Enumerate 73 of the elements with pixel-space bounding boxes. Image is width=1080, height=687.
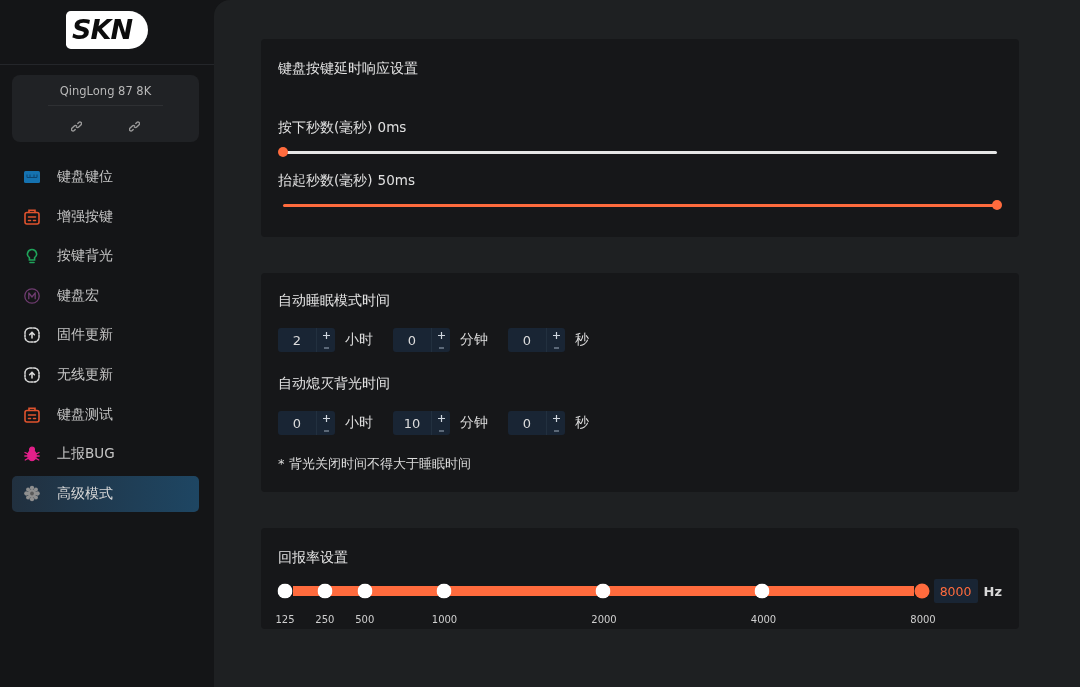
unit-label: 分钟 <box>460 331 488 349</box>
circled-letter-icon <box>24 287 40 304</box>
tick-label: 125 <box>275 613 295 626</box>
nav-item[interactable]: 键盘测试 <box>12 396 199 433</box>
lightbulb-icon <box>25 248 39 265</box>
stop-dot-icon[interactable] <box>595 583 611 599</box>
tick-label: 8000 <box>910 613 936 626</box>
bug-icon <box>24 446 40 463</box>
section-title: 自动睡眠模式时间 <box>278 291 391 310</box>
section-title: 自动熄灭背光时间 <box>278 374 391 393</box>
nav-item[interactable]: 上报BUG <box>12 436 199 473</box>
nav-item[interactable]: 增强按键 <box>12 198 199 235</box>
tick-label: 250 <box>315 613 335 626</box>
plus-icon[interactable] <box>552 415 560 422</box>
unit-label: Hz <box>983 583 1002 599</box>
upload-icon <box>24 327 40 344</box>
slider-reading: 50ms <box>377 171 415 190</box>
upload-icon <box>24 366 40 383</box>
value-field[interactable]: 8000 <box>933 579 978 603</box>
slider-reading: 0ms <box>377 118 407 137</box>
number-input[interactable]: 10 <box>393 411 450 435</box>
unit-label: 分钟 <box>460 414 488 432</box>
link-icon[interactable] <box>129 121 140 132</box>
logo: SKN <box>66 11 148 49</box>
nav-item[interactable]: 高级模式 <box>12 475 199 512</box>
section-title: 回报率设置 <box>278 548 349 567</box>
stop-dot-icon[interactable] <box>277 583 293 599</box>
number-input[interactable]: 0 <box>278 411 335 435</box>
hint-text: * 背光关闭时间不得大于睡眠时间 <box>278 455 472 473</box>
stop-dot-icon[interactable] <box>754 583 770 599</box>
tick-label: 2000 <box>591 613 617 626</box>
nav-item[interactable]: 按键背光 <box>12 238 199 275</box>
nav-item[interactable]: 键盘键位 <box>12 159 199 195</box>
plus-icon[interactable] <box>437 415 445 422</box>
clipboard-icon <box>24 406 40 423</box>
unit-label: 秒 <box>575 331 589 349</box>
plus-icon[interactable] <box>322 415 330 422</box>
slider-thumb[interactable] <box>992 200 1002 210</box>
minus-icon[interactable] <box>323 347 329 349</box>
minus-icon[interactable] <box>323 430 329 432</box>
clipboard-icon <box>24 208 40 225</box>
unit-label: 小时 <box>345 331 373 349</box>
plus-icon[interactable] <box>552 332 560 339</box>
gear-icon <box>24 485 40 503</box>
tick-label: 4000 <box>750 613 777 626</box>
unit-label: 秒 <box>575 414 589 432</box>
plus-icon[interactable] <box>322 332 330 339</box>
minus-icon[interactable] <box>438 347 444 349</box>
section-title: 键盘按键延时响应设置 <box>278 59 419 78</box>
number-input[interactable]: 2 <box>278 328 335 352</box>
number-input[interactable]: 0 <box>508 411 565 435</box>
link-icon[interactable] <box>71 121 82 132</box>
nav-item[interactable]: 无线更新 <box>12 356 199 393</box>
tick-label: 1000 <box>431 613 458 626</box>
stop-dot-icon[interactable] <box>357 583 373 599</box>
minus-icon[interactable] <box>553 347 559 349</box>
number-input[interactable]: 0 <box>508 328 565 352</box>
slider-label: 抬起秒数(毫秒) <box>278 171 373 190</box>
minus-icon[interactable] <box>438 430 444 432</box>
device-name: QingLong 87 8K <box>59 83 152 99</box>
slider-label: 按下秒数(毫秒) <box>278 118 373 137</box>
unit-label: 小时 <box>345 414 373 432</box>
tick-label: 500 <box>355 613 375 626</box>
plus-icon[interactable] <box>437 332 445 339</box>
stop-dot-icon[interactable] <box>317 583 333 599</box>
nav-item[interactable]: 键盘宏 <box>12 277 199 314</box>
minus-icon[interactable] <box>553 430 559 432</box>
stop-dot-icon[interactable] <box>436 583 452 599</box>
slider-thumb[interactable] <box>914 583 930 599</box>
number-input[interactable]: 0 <box>393 328 450 352</box>
slider-thumb[interactable] <box>278 147 288 157</box>
nav-item[interactable]: 固件更新 <box>12 317 199 354</box>
keyboard-icon <box>24 171 40 183</box>
